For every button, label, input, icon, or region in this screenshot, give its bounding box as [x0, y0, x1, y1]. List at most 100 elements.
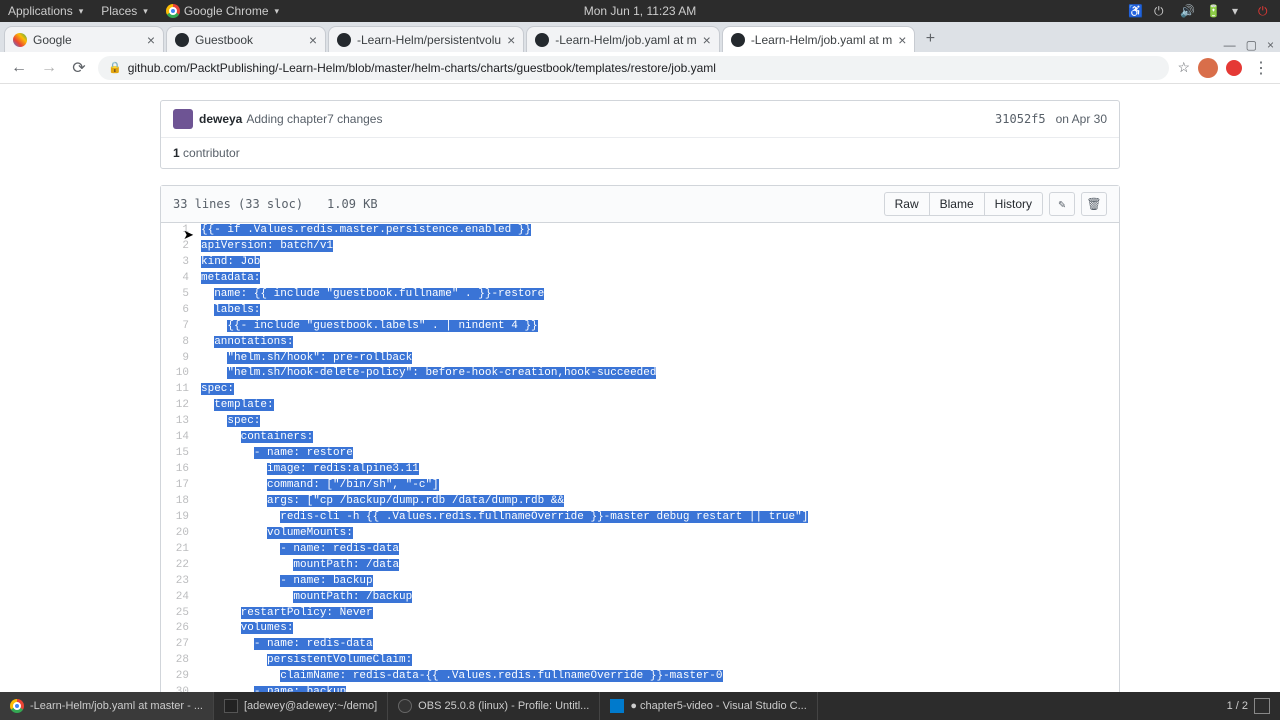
contributors-row[interactable]: 1 contributor	[161, 138, 1119, 168]
line-number[interactable]: 15	[161, 446, 197, 462]
line-number[interactable]: 17	[161, 478, 197, 494]
line-number[interactable]: 25	[161, 606, 197, 622]
places-menu[interactable]: Places▾	[101, 4, 148, 18]
network-icon[interactable]: ⏻	[1154, 4, 1168, 18]
address-bar[interactable]: 🔒 github.com/PacktPublishing/-Learn-Helm…	[98, 56, 1169, 80]
browser-tab[interactable]: Google ×	[4, 26, 164, 52]
line-number[interactable]: 9	[161, 351, 197, 367]
line-number[interactable]: 8	[161, 335, 197, 351]
line-number[interactable]: 24	[161, 590, 197, 606]
line-number[interactable]: 14	[161, 430, 197, 446]
window-close[interactable]: ×	[1267, 38, 1274, 52]
line-number[interactable]: 12	[161, 398, 197, 414]
line-number[interactable]: 23	[161, 574, 197, 590]
line-number[interactable]: 16	[161, 462, 197, 478]
code-line[interactable]: metadata:	[197, 271, 1119, 287]
line-number[interactable]: 22	[161, 558, 197, 574]
line-number[interactable]: 18	[161, 494, 197, 510]
line-number[interactable]: 29	[161, 669, 197, 685]
reload-button[interactable]: ⟳	[68, 57, 90, 79]
line-number[interactable]: 19	[161, 510, 197, 526]
forward-button[interactable]: →	[38, 57, 60, 79]
commit-message[interactable]: Adding chapter7 changes	[246, 112, 382, 126]
code-line[interactable]: containers:	[197, 430, 1119, 446]
line-number[interactable]: 11	[161, 382, 197, 398]
code-line[interactable]: - name: redis-data	[197, 542, 1119, 558]
browser-tab-active[interactable]: -Learn-Helm/job.yaml at m ×	[722, 26, 916, 52]
commit-author[interactable]: deweya	[199, 112, 242, 126]
code-line[interactable]: redis-cli -h {{ .Values.redis.fullnameOv…	[197, 510, 1119, 526]
extension-icon[interactable]	[1226, 60, 1242, 76]
line-number[interactable]: 6	[161, 303, 197, 319]
line-number[interactable]: 13	[161, 414, 197, 430]
line-number[interactable]: 3	[161, 255, 197, 271]
battery-icon[interactable]: 🔋	[1206, 4, 1220, 18]
window-maximize[interactable]: ▢	[1246, 38, 1257, 52]
line-number[interactable]: 4	[161, 271, 197, 287]
code-line[interactable]: - name: redis-data	[197, 637, 1119, 653]
code-line[interactable]: command: ["/bin/sh", "-c"]	[197, 478, 1119, 494]
workspace-switcher[interactable]: 1 / 2	[1217, 698, 1280, 714]
code-line[interactable]: name: {{ include "guestbook.fullname" . …	[197, 287, 1119, 303]
code-line[interactable]: apiVersion: batch/v1	[197, 239, 1119, 255]
close-icon[interactable]: ×	[703, 32, 711, 48]
blame-button[interactable]: Blame	[929, 192, 984, 216]
code-line[interactable]: persistentVolumeClaim:	[197, 653, 1119, 669]
code-line[interactable]: mountPath: /backup	[197, 590, 1119, 606]
code-line[interactable]: annotations:	[197, 335, 1119, 351]
power-icon[interactable]: ⏻	[1258, 4, 1272, 18]
browser-tab[interactable]: Guestbook ×	[166, 26, 326, 52]
bookmark-star-icon[interactable]: ☆	[1177, 59, 1190, 76]
code-line[interactable]: template:	[197, 398, 1119, 414]
profile-avatar[interactable]	[1198, 58, 1218, 78]
code-line[interactable]: - name: restore	[197, 446, 1119, 462]
history-button[interactable]: History	[984, 192, 1043, 216]
delete-icon[interactable]: 🗑	[1081, 192, 1107, 216]
code-line[interactable]: "helm.sh/hook-delete-policy": before-hoo…	[197, 366, 1119, 382]
line-number[interactable]: 30	[161, 685, 197, 692]
line-number[interactable]: 26	[161, 621, 197, 637]
line-number[interactable]: 10	[161, 366, 197, 382]
code-line[interactable]: {{- include "guestbook.labels" . | ninde…	[197, 319, 1119, 335]
taskbar-item[interactable]: ● chapter5-video - Visual Studio C...	[600, 692, 817, 720]
author-avatar[interactable]	[173, 109, 193, 129]
code-line[interactable]: mountPath: /data	[197, 558, 1119, 574]
code-line[interactable]: image: redis:alpine3.11	[197, 462, 1119, 478]
line-number[interactable]: 7	[161, 319, 197, 335]
taskbar-item[interactable]: OBS 25.0.8 (linux) - Profile: Untitl...	[388, 692, 600, 720]
code-line[interactable]: {{- if .Values.redis.master.persistence.…	[197, 223, 1119, 239]
code-line[interactable]: volumeMounts:	[197, 526, 1119, 542]
raw-button[interactable]: Raw	[884, 192, 929, 216]
back-button[interactable]: ←	[8, 57, 30, 79]
edit-icon[interactable]: ✎	[1049, 192, 1075, 216]
code-table[interactable]: 1{{- if .Values.redis.master.persistence…	[161, 223, 1119, 692]
taskbar-item[interactable]: -Learn-Helm/job.yaml at master - ...	[0, 692, 214, 720]
close-icon[interactable]: ×	[147, 32, 155, 48]
close-icon[interactable]: ×	[507, 32, 515, 48]
code-line[interactable]: kind: Job	[197, 255, 1119, 271]
close-icon[interactable]: ×	[309, 32, 317, 48]
browser-tab[interactable]: -Learn-Helm/job.yaml at m ×	[526, 26, 720, 52]
browser-tab[interactable]: -Learn-Helm/persistentvolu ×	[328, 26, 524, 52]
code-line[interactable]: "helm.sh/hook": pre-rollback	[197, 351, 1119, 367]
taskbar-item[interactable]: [adewey@adewey:~/demo]	[214, 692, 388, 720]
user-icon[interactable]: ▾	[1232, 4, 1246, 18]
commit-sha[interactable]: 31052f5	[995, 112, 1046, 126]
close-icon[interactable]: ×	[898, 32, 906, 48]
code-line[interactable]: labels:	[197, 303, 1119, 319]
line-number[interactable]: 28	[161, 653, 197, 669]
line-number[interactable]: 27	[161, 637, 197, 653]
volume-icon[interactable]: 🔊	[1180, 4, 1194, 18]
line-number[interactable]: 21	[161, 542, 197, 558]
line-number[interactable]: 2	[161, 239, 197, 255]
code-line[interactable]: restartPolicy: Never	[197, 606, 1119, 622]
applications-menu[interactable]: Applications▾	[8, 4, 83, 18]
code-line[interactable]: - name: backup	[197, 574, 1119, 590]
code-line[interactable]: args: ["cp /backup/dump.rdb /data/dump.r…	[197, 494, 1119, 510]
line-number[interactable]: 20	[161, 526, 197, 542]
accessibility-icon[interactable]: ♿	[1128, 4, 1142, 18]
chrome-menu[interactable]: Google Chrome▾	[166, 4, 279, 18]
code-line[interactable]: - name: backup	[197, 685, 1119, 692]
code-line[interactable]: volumes:	[197, 621, 1119, 637]
new-tab-button[interactable]: +	[917, 26, 943, 52]
